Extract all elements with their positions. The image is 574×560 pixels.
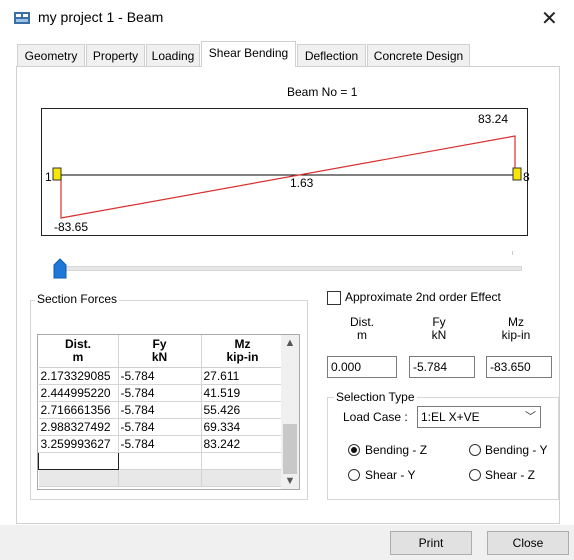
print-button[interactable]: Print — [390, 531, 472, 555]
current-fy-header: Fy kN — [431, 315, 447, 342]
table-cell[interactable]: 3.259993627 — [38, 435, 119, 453]
end-node-label: 8 — [523, 170, 530, 184]
window-title: my project 1 - Beam — [38, 9, 164, 25]
approx-2nd-order-label: Approximate 2nd order Effect — [345, 290, 501, 304]
slider-end-tick — [512, 251, 513, 255]
section-forces-table[interactable]: Dist. m Fy kN Mz kip-in 2.173329085 -5.784 … — [37, 334, 300, 490]
table-filler-row — [38, 469, 285, 487]
table-row-empty[interactable] — [38, 452, 285, 470]
radio-bending-z[interactable] — [348, 444, 360, 456]
mid-value-label: 1.63 — [290, 176, 314, 190]
radio-shear-z-label[interactable]: Shear - Z — [485, 468, 535, 482]
column-header-mz[interactable]: Mz kip-in — [201, 335, 285, 368]
table-cell[interactable]: 2.716661356 — [38, 401, 119, 419]
approx-2nd-order-checkbox[interactable] — [327, 291, 341, 305]
load-case-select[interactable]: 1:EL X+VE — [417, 406, 541, 428]
table-row[interactable]: 3.259993627 -5.784 83.242 — [38, 435, 285, 453]
column-header-fy[interactable]: Fy kN — [118, 335, 202, 368]
position-slider-track[interactable] — [60, 266, 522, 271]
table-cell[interactable]: 27.611 — [201, 367, 285, 385]
table-cell[interactable]: -5.784 — [118, 418, 202, 436]
section-forces-title: Section Forces — [35, 292, 120, 306]
radio-shear-y-label[interactable]: Shear - Y — [365, 468, 415, 482]
chevron-down-icon[interactable]: ﹀ — [525, 408, 536, 424]
current-fy-field[interactable]: -5.784 — [409, 356, 475, 378]
end-support-marker — [512, 167, 522, 181]
current-mz-header: Mz kip-in — [501, 315, 531, 342]
radio-bending-z-label[interactable]: Bending - Z — [365, 443, 427, 457]
column-header-dist[interactable]: Dist. m — [38, 335, 119, 368]
tab-loading[interactable]: Loading — [146, 44, 200, 66]
tab-concrete-design[interactable]: Concrete Design — [367, 44, 470, 66]
tab-geometry[interactable]: Geometry — [17, 44, 85, 66]
radio-bending-y[interactable] — [469, 444, 481, 456]
radio-shear-y[interactable] — [348, 469, 360, 481]
scroll-up-arrow-icon[interactable]: ▲ — [281, 335, 299, 351]
table-cell-selected[interactable] — [38, 452, 119, 470]
radio-shear-z[interactable] — [469, 469, 481, 481]
tab-property[interactable]: Property — [86, 44, 145, 66]
current-mz-field[interactable]: -83.650 — [486, 356, 552, 378]
selection-type-title: Selection Type — [334, 390, 417, 404]
table-cell[interactable]: 69.334 — [201, 418, 285, 436]
table-cell[interactable]: 2.173329085 — [38, 367, 119, 385]
table-cell[interactable]: -5.784 — [118, 401, 202, 419]
tab-deflection[interactable]: Deflection — [297, 44, 366, 66]
start-node-label: 1 — [45, 170, 52, 184]
table-row[interactable]: 2.444995220 -5.784 41.519 — [38, 384, 285, 402]
table-row[interactable]: 2.988327492 -5.784 69.334 — [38, 418, 285, 436]
current-dist-field[interactable]: 0.000 — [327, 356, 397, 378]
start-support-marker — [52, 167, 62, 181]
scroll-down-arrow-icon[interactable]: ▼ — [281, 473, 299, 489]
table-cell[interactable]: 41.519 — [201, 384, 285, 402]
max-value-label: 83.24 — [478, 112, 509, 126]
table-header-row: Dist. m Fy kN Mz kip-in — [38, 335, 285, 368]
table-row[interactable]: 2.173329085 -5.784 27.611 — [38, 367, 285, 385]
table-cell[interactable] — [201, 452, 285, 470]
beam-number-label: Beam No = 1 — [287, 85, 358, 99]
min-value-label: -83.65 — [54, 220, 89, 234]
moment-curve — [60, 135, 516, 219]
table-row[interactable]: 2.716661356 -5.784 55.426 — [38, 401, 285, 419]
close-button[interactable]: Close — [487, 531, 569, 555]
current-dist-header: Dist. m — [350, 315, 374, 342]
table-cell[interactable]: 83.242 — [201, 435, 285, 453]
load-case-label: Load Case : — [343, 410, 408, 424]
table-cell[interactable]: 2.444995220 — [38, 384, 119, 402]
close-icon[interactable]: ✕ — [541, 6, 558, 31]
table-cell[interactable]: -5.784 — [118, 367, 202, 385]
app-icon — [14, 12, 30, 24]
title-bar: my project 1 - Beam ✕ — [0, 0, 574, 40]
radio-bending-y-label[interactable]: Bending - Y — [485, 443, 548, 457]
table-cell[interactable]: -5.784 — [118, 384, 202, 402]
table-cell[interactable] — [118, 452, 202, 470]
table-cell[interactable]: 2.988327492 — [38, 418, 119, 436]
scrollbar-thumb[interactable] — [283, 424, 297, 474]
shear-bending-diagram — [52, 135, 522, 219]
table-cell[interactable]: 55.426 — [201, 401, 285, 419]
table-cell[interactable]: -5.784 — [118, 435, 202, 453]
position-slider-thumb[interactable] — [52, 258, 68, 280]
tab-shear-bending[interactable]: Shear Bending — [201, 41, 296, 67]
